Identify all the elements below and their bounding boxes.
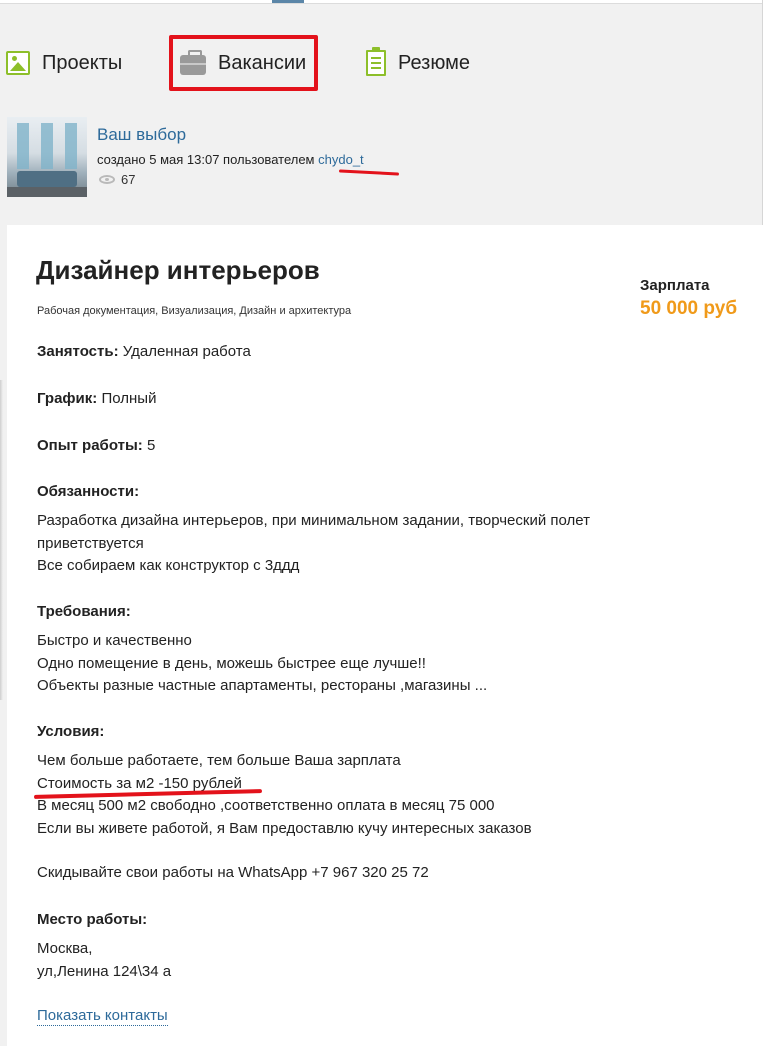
- eye-icon: [99, 175, 115, 184]
- experience-row: Опыт работы: 5: [37, 435, 155, 457]
- conditions-line: В месяц 500 м2 свободно ,соответственно …: [37, 797, 495, 814]
- conditions-line: Стоимость за м2 -150 рублей: [37, 774, 242, 792]
- conditions-line: Чем больше работаете, тем больше Ваша за…: [37, 752, 401, 769]
- tab-projects-label: Проекты: [42, 51, 123, 74]
- send-works-text: Скидывайте свои работы на WhatsApp +7 96…: [37, 864, 429, 881]
- employment-value: Удаленная работа: [122, 343, 251, 360]
- requirements-text: Быстро и качественно Одно помещение в де…: [37, 630, 487, 698]
- top-border: [0, 0, 763, 4]
- duties-line: Разработка дизайна интерьеров, при миним…: [37, 512, 590, 529]
- conditions-heading: Условия:: [37, 723, 105, 740]
- top-scroll-indicator: [272, 0, 304, 3]
- employment-label: Занятость:: [37, 343, 119, 360]
- location-text: Москва, ул,Ленина 124\34 а: [37, 938, 171, 983]
- experience-value: 5: [146, 437, 156, 454]
- username-underline-annotation: [338, 169, 400, 176]
- views-count: 67: [99, 172, 135, 187]
- schedule-row: График: Полный: [37, 388, 156, 410]
- salary-value: 50 000 руб: [640, 298, 738, 319]
- views-value: 67: [121, 172, 136, 187]
- requirements-heading: Требования:: [37, 603, 131, 620]
- requirements-line: Быстро и качественно: [37, 632, 192, 649]
- created-info: создано 5 мая 13:07 пользователем: [97, 152, 315, 167]
- salary-label: Зарплата: [640, 277, 710, 294]
- duties-heading: Обязанности:: [37, 483, 140, 500]
- tab-resume-label: Резюме: [398, 51, 470, 74]
- location-line: ул,Ленина 124\34 а: [37, 962, 172, 980]
- tab-highlight-annotation: [169, 35, 318, 91]
- duties-text: Разработка дизайна интерьеров, при миним…: [37, 510, 590, 578]
- duties-line: Все собираем как конструктор с 3ддд: [37, 557, 300, 574]
- schedule-label: График:: [37, 390, 98, 407]
- author-avatar[interactable]: [7, 117, 87, 197]
- image-icon: [6, 51, 30, 75]
- job-tags: Рабочая документация, Визуализация, Диза…: [37, 305, 352, 317]
- author-meta: создано 5 мая 13:07 пользователем chydo_…: [97, 152, 364, 167]
- location-line: Москва,: [37, 940, 93, 957]
- clipboard-icon: [366, 47, 386, 76]
- job-title: Дизайнер интерьеров: [36, 255, 320, 285]
- show-contacts-link[interactable]: Показать контакты: [37, 1007, 168, 1026]
- tab-projects[interactable]: Проекты: [6, 40, 122, 86]
- author-username-link[interactable]: chydo_t: [318, 152, 364, 167]
- location-heading: Место работы:: [37, 911, 148, 928]
- conditions-line: Если вы живете работой, я Вам предоставл…: [37, 819, 532, 837]
- schedule-value: Полный: [101, 390, 157, 407]
- requirements-line: Объекты разные частные апартаменты, рест…: [37, 677, 488, 694]
- company-name-link[interactable]: Ваш выбор: [97, 125, 186, 145]
- tab-resume[interactable]: Резюме: [366, 40, 470, 86]
- duties-line: приветствуется: [37, 534, 144, 552]
- requirements-line: Одно помещение в день, можешь быстрее ещ…: [37, 654, 426, 672]
- employment-row: Занятость: Удаленная работа: [37, 341, 251, 363]
- experience-label: Опыт работы:: [37, 437, 143, 454]
- left-shadow: [0, 380, 3, 700]
